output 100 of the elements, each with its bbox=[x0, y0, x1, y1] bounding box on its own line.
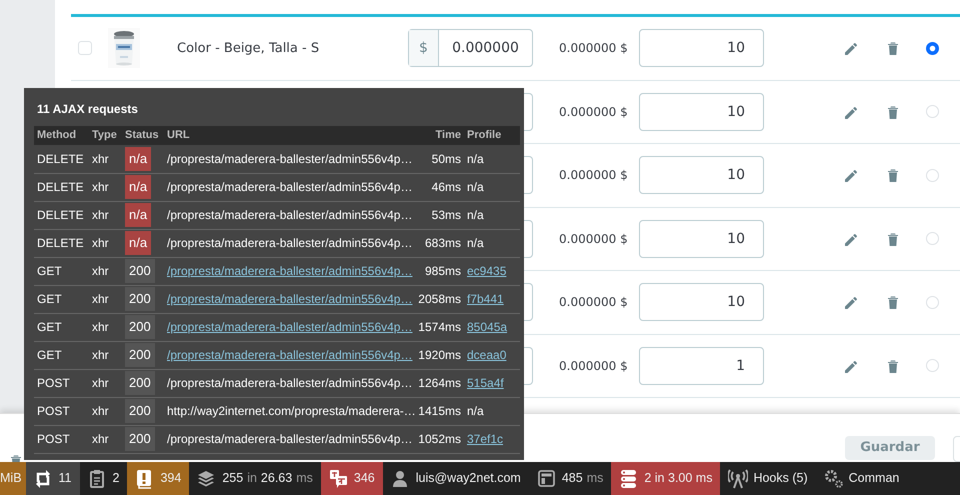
profile-link[interactable]: ec9435 bbox=[467, 264, 506, 278]
profile-text: n/a bbox=[467, 208, 484, 222]
toolbar-label: Hooks (5) bbox=[753, 470, 808, 488]
translate-icon bbox=[328, 468, 349, 488]
price-text: 0.000000 $ bbox=[559, 358, 629, 375]
column-header: Type bbox=[92, 129, 117, 142]
toolbar-label: 11 bbox=[58, 470, 72, 488]
toolbar-label: 346 bbox=[354, 470, 375, 488]
type-text: xhr bbox=[92, 152, 109, 166]
price-text: 0.000000 $ bbox=[559, 40, 629, 58]
column-header: URL bbox=[167, 129, 190, 142]
toolbar-item[interactable]: 11 bbox=[26, 462, 80, 495]
toolbar-item[interactable]: 346 bbox=[320, 462, 383, 495]
type-text: xhr bbox=[92, 180, 109, 194]
antenna-icon bbox=[728, 468, 748, 488]
type-text: xhr bbox=[92, 320, 109, 334]
profile-link[interactable]: 37ef1c bbox=[467, 432, 504, 446]
url-link[interactable]: /propresta/maderera-ballester/admin556v4p… bbox=[167, 348, 412, 362]
url-text: /propresta/maderera-ballester/admin556v4p… bbox=[167, 152, 412, 166]
layout-icon bbox=[536, 468, 557, 488]
gears-icon bbox=[824, 468, 844, 488]
status-badge: 200 bbox=[125, 371, 155, 395]
quantity-field[interactable]: 1 bbox=[639, 346, 764, 385]
delete-icon[interactable] bbox=[885, 40, 901, 56]
quantity-field[interactable]: 10 bbox=[639, 92, 764, 131]
price-text: 0.000000 $ bbox=[559, 230, 629, 248]
delete-icon[interactable] bbox=[885, 104, 901, 120]
method-text: DELETE bbox=[37, 236, 84, 250]
price-text: 0.000000 $ bbox=[559, 167, 629, 184]
toolbar-label: MiB bbox=[0, 470, 22, 488]
quantity-field[interactable]: 10 bbox=[639, 156, 764, 194]
url-text: /propresta/maderera-ballester/admin556v4p… bbox=[167, 376, 412, 390]
profile-link[interactable]: f7b441 bbox=[467, 292, 504, 306]
toolbar-label: 485 ms bbox=[562, 470, 604, 488]
time-text: 53ms bbox=[432, 208, 461, 222]
toolbar-item[interactable]: 2 bbox=[80, 462, 128, 495]
time-text: 683ms bbox=[424, 236, 461, 250]
url-text: /propresta/maderera-ballester/admin556v4p… bbox=[167, 208, 412, 222]
time-text: 2058ms bbox=[418, 292, 461, 306]
time-text: 1415ms bbox=[418, 404, 461, 418]
status-badge: 200 bbox=[125, 259, 155, 283]
profile-text: n/a bbox=[467, 152, 484, 166]
type-text: xhr bbox=[92, 348, 109, 362]
url-link[interactable]: /propresta/maderera-ballester/admin556v4p… bbox=[167, 264, 412, 278]
toolbar-label: 255 in 26.63 ms bbox=[222, 470, 313, 488]
type-text: xhr bbox=[92, 292, 109, 306]
url-text: /propresta/maderera-ballester/admin556v4p… bbox=[167, 236, 412, 250]
price-text: 0.000000 $ bbox=[559, 104, 629, 121]
panel-title: 11 AJAX requests bbox=[37, 101, 139, 118]
delete-icon[interactable] bbox=[885, 294, 901, 310]
time-text: 46ms bbox=[432, 180, 461, 194]
url-link[interactable]: /propresta/maderera-ballester/admin556v4p… bbox=[167, 320, 412, 334]
time-text: 985ms bbox=[424, 264, 461, 278]
status-badge: 200 bbox=[125, 399, 155, 423]
status-badge: n/a bbox=[125, 147, 152, 170]
toolbar-label: 2 bbox=[112, 470, 120, 488]
url-link[interactable]: /propresta/maderera-ballester/admin556v4p… bbox=[167, 292, 412, 306]
toolbar-item[interactable]: 2 in 3.00 ms bbox=[611, 462, 720, 495]
profile-text: n/a bbox=[467, 180, 484, 194]
time-text: 1052ms bbox=[418, 432, 461, 446]
status-badge: 200 bbox=[125, 315, 155, 339]
edit-icon[interactable] bbox=[843, 40, 859, 56]
profile-link[interactable]: 515a4f bbox=[467, 376, 504, 390]
default-radio[interactable] bbox=[926, 42, 939, 55]
profile-link[interactable]: 85045a bbox=[467, 320, 508, 334]
method-text: DELETE bbox=[37, 208, 84, 222]
quantity-field[interactable]: 10 bbox=[639, 29, 764, 68]
delete-icon[interactable] bbox=[885, 358, 901, 374]
method-text: POST bbox=[37, 404, 70, 418]
toolbar-item[interactable]: MiB bbox=[0, 462, 26, 495]
url-text: /propresta/maderera-ballester/admin556v4p… bbox=[167, 432, 412, 446]
quantity-field[interactable]: 10 bbox=[639, 283, 764, 322]
method-text: GET bbox=[37, 348, 62, 362]
toolbar-item[interactable]: 394 bbox=[127, 462, 190, 495]
method-text: GET bbox=[37, 292, 62, 306]
column-header: Status bbox=[125, 129, 159, 142]
edit-icon[interactable] bbox=[843, 167, 859, 184]
column-header: Time bbox=[436, 129, 461, 142]
variant-name: Color - Beige, Talla - S bbox=[177, 40, 320, 58]
method-text: GET bbox=[37, 320, 62, 334]
column-header: Profile bbox=[467, 129, 502, 142]
toolbar-label: luis@way2net.com bbox=[416, 470, 521, 488]
profile-text: n/a bbox=[467, 404, 484, 418]
delete-icon[interactable] bbox=[885, 167, 901, 184]
price-field[interactable]: $ 0.000000 bbox=[408, 29, 533, 68]
delete-icon[interactable] bbox=[885, 230, 901, 247]
status-badge: n/a bbox=[125, 231, 152, 255]
status-badge: 200 bbox=[125, 343, 155, 367]
row-checkbox[interactable] bbox=[78, 41, 92, 56]
type-text: xhr bbox=[92, 208, 109, 222]
method-text: GET bbox=[37, 264, 62, 278]
method-text: POST bbox=[37, 376, 70, 390]
status-badge: 200 bbox=[125, 287, 155, 311]
edit-icon[interactable] bbox=[843, 294, 859, 310]
type-text: xhr bbox=[92, 404, 109, 418]
type-text: xhr bbox=[92, 432, 109, 446]
price-text: 0.000000 $ bbox=[559, 294, 629, 312]
status-badge: 200 bbox=[125, 427, 155, 451]
profile-link[interactable]: dceaa0 bbox=[467, 348, 506, 362]
quantity-field[interactable]: 10 bbox=[639, 220, 764, 258]
